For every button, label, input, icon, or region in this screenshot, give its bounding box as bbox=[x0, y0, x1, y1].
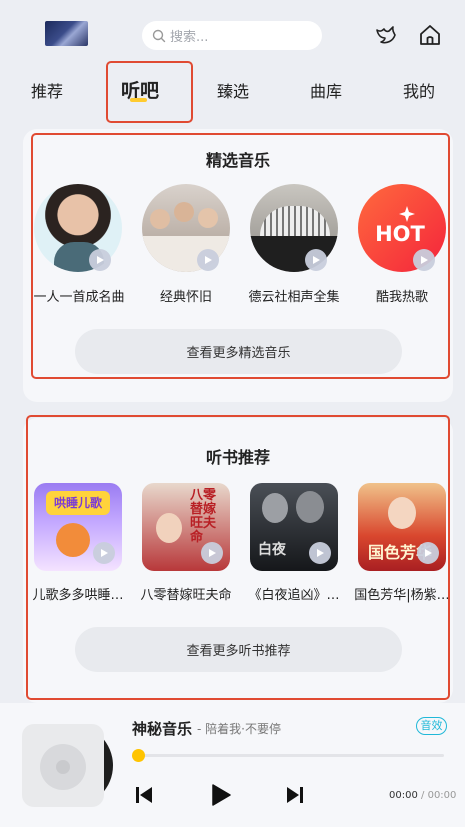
tab-library[interactable]: 曲库 bbox=[310, 78, 342, 102]
search-placeholder: 搜索... bbox=[170, 30, 209, 45]
mini-player: 神秘音乐 - 陪着我·不要停 音效 00:00 / 00:00 bbox=[0, 703, 465, 827]
time-separator: / bbox=[421, 790, 425, 801]
album-art[interactable] bbox=[22, 724, 114, 807]
time-total: 00:00 bbox=[427, 790, 457, 801]
tab-recommend[interactable]: 推荐 bbox=[31, 78, 63, 102]
play-pause-icon[interactable] bbox=[211, 784, 231, 806]
song-subtitle: - 陪着我·不要停 bbox=[197, 722, 281, 736]
time-display: 00:00 / 00:00 bbox=[389, 790, 456, 801]
tab-mine[interactable]: 我的 bbox=[403, 78, 435, 102]
bird-icon[interactable] bbox=[373, 22, 399, 48]
previous-icon[interactable] bbox=[135, 786, 153, 804]
song-title: 神秘音乐 bbox=[132, 720, 193, 738]
progress-knob[interactable] bbox=[132, 749, 145, 762]
album-cover bbox=[22, 724, 104, 807]
featured-highlight-box bbox=[31, 133, 450, 379]
audiobook-highlight-box bbox=[26, 415, 450, 700]
search-bar[interactable]: 搜索... bbox=[142, 21, 322, 50]
next-icon[interactable] bbox=[286, 786, 304, 804]
home-icon[interactable] bbox=[417, 22, 443, 48]
header: 搜索... bbox=[0, 0, 465, 66]
avatar[interactable] bbox=[45, 21, 88, 46]
time-current: 00:00 bbox=[389, 790, 418, 801]
tab-bar: 推荐 听吧 臻选 曲库 我的 bbox=[0, 66, 465, 116]
sound-effect-button[interactable]: 音效 bbox=[416, 717, 447, 735]
tab-highlight-box bbox=[106, 61, 193, 123]
tab-zhenxuan[interactable]: 臻选 bbox=[217, 78, 249, 102]
search-icon bbox=[152, 29, 166, 42]
progress-track[interactable] bbox=[139, 754, 444, 757]
